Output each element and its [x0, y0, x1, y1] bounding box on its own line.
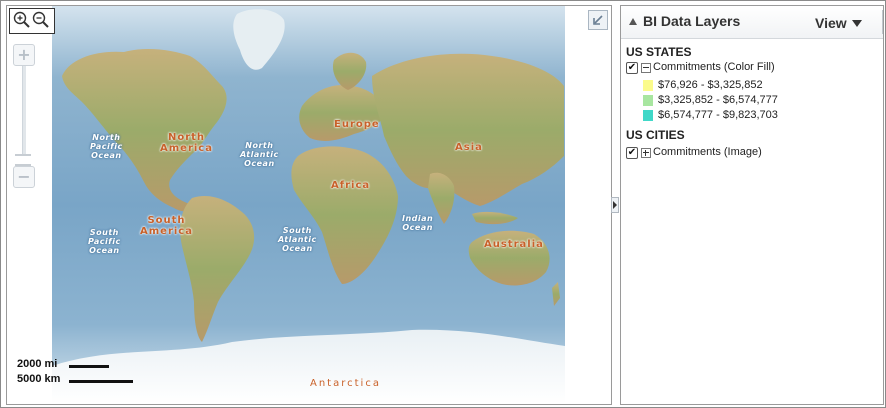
land-antarctica	[52, 329, 565, 404]
scale-bar: 2000 mi 5000 km	[17, 358, 133, 388]
legend-swatch	[643, 95, 653, 106]
collapse-minus-icon[interactable]	[641, 63, 651, 73]
continent-label-asia: Asia	[455, 142, 483, 153]
ocean-label-north-pacific: North Pacific Ocean	[90, 133, 123, 160]
layers-panel-header: BI Data Layers View	[621, 6, 883, 39]
land-north-america	[62, 49, 227, 212]
zoom-slider-thumb[interactable]	[15, 154, 31, 166]
scale-label-km: 5000 km	[17, 373, 61, 385]
section-title-us-states: US STATES	[626, 45, 692, 59]
layer-label: Commitments (Color Fill)	[653, 61, 775, 73]
scale-line-km	[69, 380, 133, 383]
arrow-down-left-icon	[593, 15, 603, 25]
map-panel[interactable]: North Pacific Ocean North Atlantic Ocean Sou…	[6, 5, 612, 405]
header-divider	[882, 10, 883, 34]
land-europe	[299, 84, 386, 141]
layer-visibility-checkbox[interactable]: ✔	[626, 147, 638, 159]
ocean-label-north-atlantic: North Atlantic Ocean	[240, 141, 279, 168]
view-menu-button[interactable]: View	[815, 15, 862, 31]
ocean-label-south-pacific: South Pacific Ocean	[88, 228, 121, 255]
land-indonesia	[472, 211, 518, 225]
land-greenland	[233, 9, 285, 70]
continent-label-africa: Africa	[331, 180, 371, 191]
layers-panel: BI Data Layers View US STATES ✔ Commitme…	[620, 5, 884, 405]
land-new-zealand	[552, 282, 560, 306]
overview-toggle-button[interactable]	[588, 10, 608, 30]
continent-label-antarctica: Antarctica	[310, 378, 381, 389]
land-africa	[291, 146, 398, 284]
continent-label-south-america: South America	[140, 215, 193, 237]
app-frame: North Pacific Ocean North Atlantic Ocean Sou…	[0, 0, 886, 408]
section-title-us-cities: US CITIES	[626, 128, 685, 142]
scale-label-miles: 2000 mi	[17, 358, 58, 370]
panel-splitter-toggle[interactable]	[611, 197, 619, 213]
layer-visibility-checkbox[interactable]: ✔	[626, 62, 638, 74]
legend-label: $76,926 - $3,325,852	[658, 79, 763, 91]
ocean-label-south-atlantic: South Atlantic Ocean	[278, 226, 317, 253]
legend-label: $6,574,777 - $9,823,703	[658, 109, 778, 121]
ocean-label-indian: Indian Ocean	[402, 214, 434, 232]
world-map[interactable]: North Pacific Ocean North Atlantic Ocean Sou…	[52, 6, 565, 404]
zoom-slider-track[interactable]	[22, 66, 26, 164]
world-map-basemap	[52, 9, 565, 404]
expand-plus-icon[interactable]	[641, 148, 651, 158]
view-menu-label: View	[815, 15, 847, 31]
legend-swatch	[643, 80, 653, 91]
land-scandinavia	[332, 52, 367, 90]
zoom-slider[interactable]: + −	[13, 44, 35, 188]
continent-label-north-america: North America	[160, 132, 213, 154]
triangle-right-icon	[613, 201, 617, 209]
zoom-out-icon[interactable]	[32, 11, 50, 29]
caret-down-icon	[851, 20, 862, 27]
continent-label-australia: Australia	[484, 239, 544, 250]
legend-label: $3,325,852 - $6,574,777	[658, 94, 778, 106]
zoom-slider-plus-button[interactable]: +	[13, 44, 35, 66]
layers-panel-title: BI Data Layers	[643, 13, 741, 29]
zoom-in-icon[interactable]	[13, 11, 31, 29]
zoom-toolbox	[9, 8, 55, 34]
collapse-triangle-icon[interactable]	[629, 18, 637, 25]
scale-line-miles	[69, 365, 109, 368]
legend-swatch	[643, 110, 653, 121]
land-asia	[372, 53, 564, 207]
zoom-slider-minus-button[interactable]: −	[13, 166, 35, 188]
layer-label: Commitments (Image)	[653, 146, 762, 158]
continent-label-europe: Europe	[334, 119, 380, 130]
